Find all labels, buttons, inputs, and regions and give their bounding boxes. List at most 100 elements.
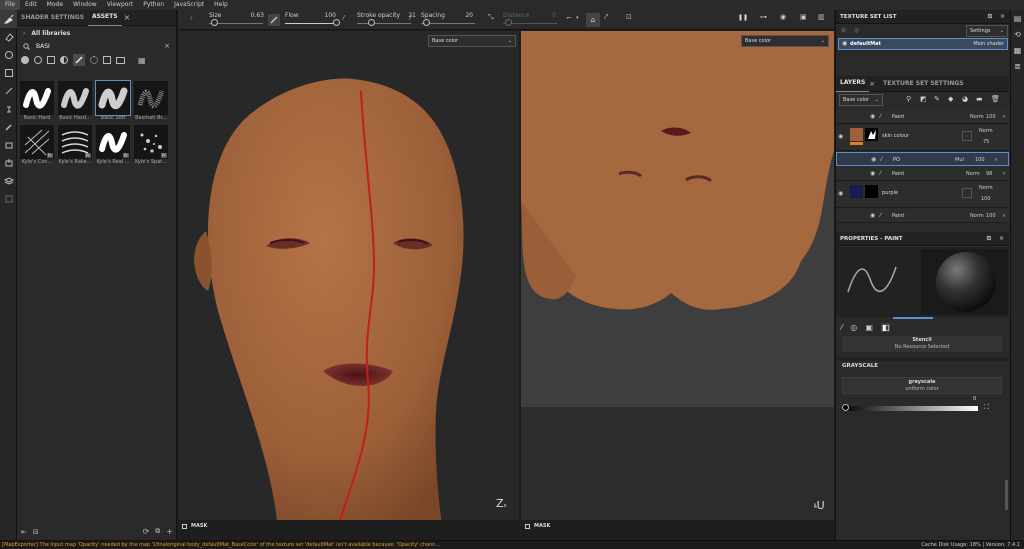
float-icon[interactable]: ⧉ <box>987 235 991 243</box>
grayscale-slot[interactable]: grayscale uniform color <box>842 377 1002 394</box>
layer-checkbox[interactable] <box>962 188 972 198</box>
pause-icon[interactable]: ❚❚ <box>738 14 748 21</box>
menu-edit[interactable]: Edit <box>20 0 42 10</box>
menu-help[interactable]: Help <box>209 0 233 10</box>
brush-basmati[interactable]: Basmati Br... <box>134 81 168 123</box>
remove-icon[interactable]: × <box>1002 171 1006 177</box>
tab-shader-settings[interactable]: SHADER SETTINGS <box>17 10 88 26</box>
texture-tool[interactable] <box>0 190 17 208</box>
settings-dropdown[interactable]: Settings ⌄ <box>966 25 1008 37</box>
filter-alpha-icon[interactable] <box>103 56 111 64</box>
spacing-icon[interactable]: ⁄ <box>410 14 411 22</box>
brush-kyles-concept[interactable]: Pr Kyle's Con... <box>20 125 54 167</box>
layout-icon[interactable]: ▥ <box>818 13 825 21</box>
add-folder-icon[interactable]: ▬ <box>976 95 983 103</box>
eye-icon[interactable]: ◉ <box>870 113 875 120</box>
mask-bar-2d[interactable]: MASK <box>521 520 834 532</box>
symmetry-icon[interactable]: ⫽ <box>190 15 193 23</box>
grayscale-value[interactable]: 0 <box>973 396 976 402</box>
add-fill-layer-icon[interactable]: ◆ <box>948 95 953 103</box>
material-icon[interactable]: ◧ <box>880 322 891 332</box>
alignment-icon[interactable]: ⌐ <box>566 14 572 22</box>
menu-javascript[interactable]: JavaScript <box>169 0 209 10</box>
display-settings-icon[interactable]: ▦ <box>1011 42 1024 58</box>
layer-row[interactable]: ◉ purple Norm 100 <box>836 182 1009 208</box>
new-window-icon[interactable]: ⧉ <box>155 527 160 536</box>
pen-pressure-icon[interactable] <box>268 14 280 26</box>
add-icon[interactable]: + <box>166 527 173 536</box>
refresh-icon[interactable]: ⟳ <box>143 527 150 536</box>
mask-toggle-icon[interactable] <box>525 523 530 529</box>
close-icon[interactable]: × <box>869 80 875 88</box>
tab-assets[interactable]: ASSETS <box>88 9 122 26</box>
geometry-mask-tool[interactable] <box>0 64 17 82</box>
smart-material-icon[interactable]: ◕ <box>962 95 968 103</box>
tab-layers[interactable]: LAYERS <box>836 75 870 92</box>
filter-smart-material-icon[interactable] <box>34 56 42 64</box>
alignment-dropdown-icon[interactable]: ▾ <box>576 15 579 21</box>
collection-icon[interactable]: ⊟ <box>33 528 39 536</box>
remove-icon[interactable]: × <box>1002 114 1006 120</box>
filter-smart-mask-icon[interactable] <box>60 56 68 64</box>
history-icon[interactable]: ⟲ <box>1011 26 1024 42</box>
menu-mode[interactable]: Mode <box>42 0 68 10</box>
brush-basic-soft[interactable]: Basic Soft <box>95 80 131 123</box>
filter-environment-icon[interactable] <box>116 56 125 64</box>
brush-kyles-real[interactable]: Pr Kyle's Real ... <box>96 125 130 167</box>
camera-icon[interactable]: ⊶ <box>760 13 767 21</box>
flow-slider[interactable] <box>285 23 339 24</box>
close-icon[interactable]: × <box>124 13 131 22</box>
eye-icon[interactable]: ◉ <box>842 40 847 47</box>
bake-tool[interactable] <box>0 136 17 154</box>
link-icon[interactable]: ⊘ <box>841 27 846 34</box>
smudge-tool[interactable] <box>0 82 17 100</box>
alpha-icon[interactable]: ◎ <box>850 323 857 332</box>
brush-properties-icon[interactable]: ⁄ <box>841 323 842 332</box>
stencil-slot[interactable]: Stencil No Resource Selected <box>842 336 1002 352</box>
color-picker-tool[interactable] <box>0 118 17 136</box>
filter-brush-icon[interactable] <box>73 54 85 66</box>
line-mode-icon[interactable]: ⌂ <box>586 13 600 27</box>
size-value[interactable]: 0.63 <box>244 12 264 19</box>
channel-dropdown-2d[interactable]: Base color ⌄ <box>741 35 829 47</box>
properties-scrollbar[interactable] <box>1005 480 1008 510</box>
delete-layer-icon[interactable]: 🗑 <box>991 95 1000 103</box>
grayscale-slider[interactable] <box>842 406 978 411</box>
texture-set-list-icon[interactable]: ▤ <box>1011 10 1024 26</box>
layer-row-selected[interactable]: ◉ ⁄ PO Mul 100 × <box>836 152 1009 166</box>
tangent-icon[interactable]: ⤤ <box>604 13 608 22</box>
grayscale-slider-handle[interactable] <box>842 404 849 411</box>
texture-set-row[interactable]: ◉ defaultMat Main shader <box>838 38 1008 50</box>
layer-row[interactable]: ◉ ⁄ Paint Norm 100 × <box>836 110 1009 124</box>
filter-mask-icon[interactable] <box>47 56 55 64</box>
remove-icon[interactable]: × <box>1002 213 1006 219</box>
stroke-opacity-slider[interactable] <box>357 23 411 24</box>
brush-basic-hard-alt[interactable]: Basic Hard... <box>58 81 92 123</box>
layers-tool[interactable] <box>0 172 17 190</box>
mirror-icon[interactable]: ⊡ <box>626 13 632 21</box>
layer-checkbox[interactable] <box>962 131 972 141</box>
eye-icon[interactable]: ◉ <box>870 212 875 219</box>
flow-value[interactable]: 100 <box>316 12 336 19</box>
add-effect-icon[interactable]: ⚲ <box>906 95 911 103</box>
render-icon[interactable]: ◉ <box>780 13 786 21</box>
clear-search-icon[interactable]: × <box>164 42 170 50</box>
eye-icon[interactable]: ◉ <box>870 170 875 177</box>
mask-bar-3d[interactable]: MASK <box>178 520 519 532</box>
spacing-slider-handle[interactable] <box>423 19 430 26</box>
size-slider-handle[interactable] <box>211 19 218 26</box>
layer-row[interactable]: ◉ skin colour Norm 75 <box>836 125 1009 151</box>
lazy-mouse-icon[interactable]: ⤡ <box>488 13 494 22</box>
eye-icon[interactable]: ◉ <box>871 156 876 163</box>
search-input[interactable]: BASI <box>36 43 156 50</box>
grid-view-icon[interactable]: ▦ <box>138 56 146 65</box>
eraser-tool[interactable] <box>0 28 17 46</box>
mask-toggle-icon[interactable] <box>182 523 187 529</box>
remove-icon[interactable]: × <box>994 157 998 163</box>
spacing-value[interactable]: 20 <box>453 12 473 19</box>
stencil-icon[interactable]: ▣ <box>865 323 873 332</box>
menu-python[interactable]: Python <box>138 0 169 10</box>
float-icon[interactable]: ⧉ <box>988 13 992 21</box>
opacity-pressure-icon[interactable]: ⁄ <box>343 14 344 22</box>
channel-dropdown-3d[interactable]: Base color ⌄ <box>428 35 516 47</box>
